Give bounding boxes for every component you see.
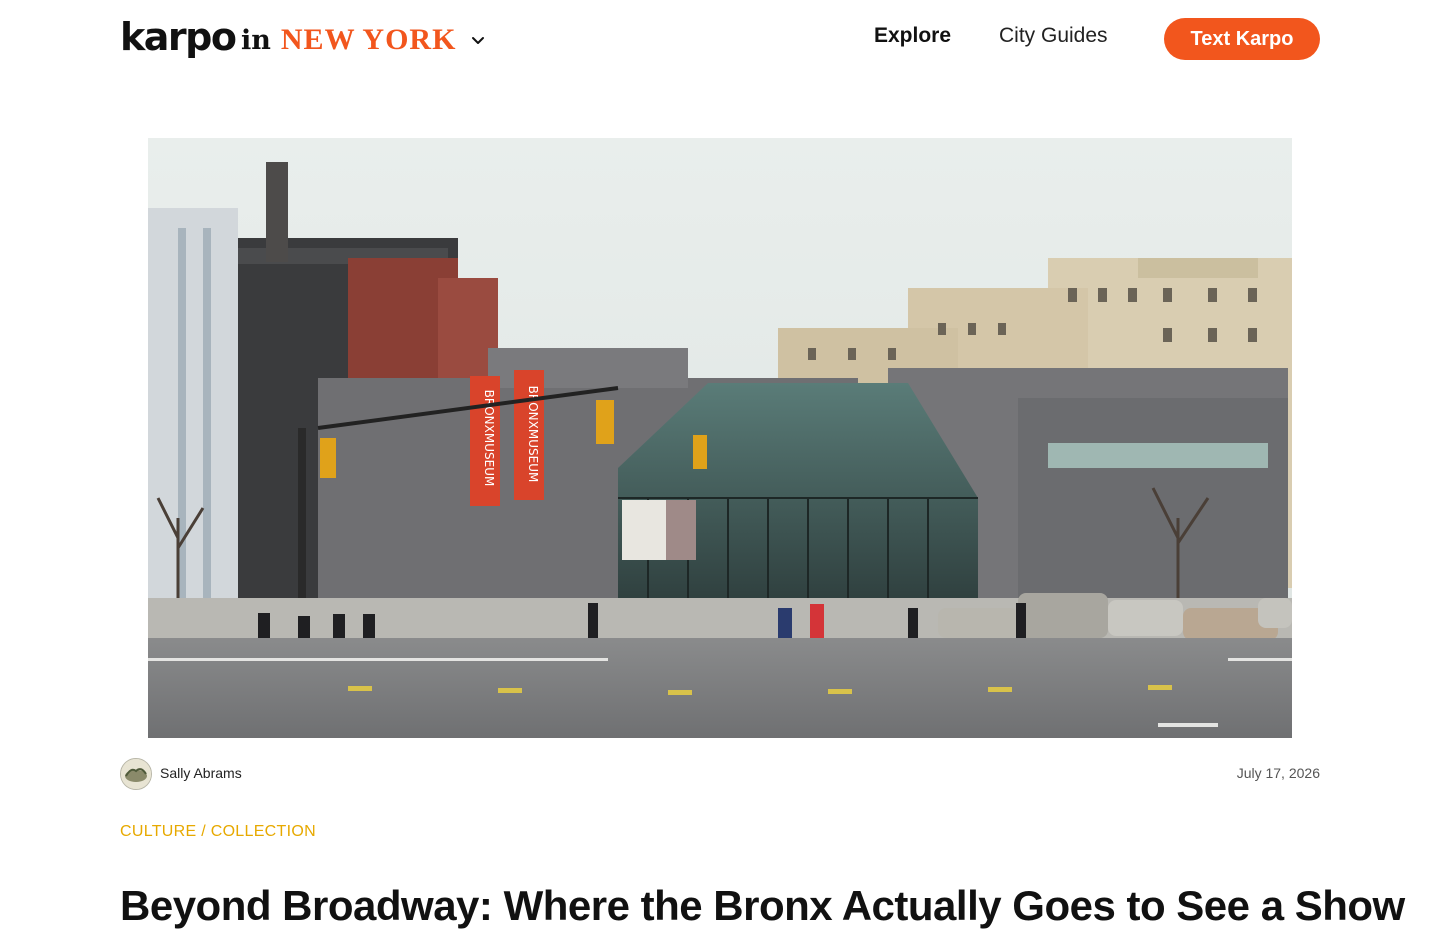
city-name[interactable]: NEW YORK [281, 23, 457, 57]
nav-explore[interactable]: Explore [874, 24, 951, 48]
article-title: Beyond Broadway: Where the Bronx Actuall… [120, 882, 1405, 929]
karpo-logo[interactable]: karpo [120, 14, 237, 60]
city-selector[interactable]: in NEW YORK [241, 20, 486, 60]
site-header: karpo in NEW YORK Explore City Guides Te… [0, 0, 1440, 80]
nav-city-guides[interactable]: City Guides [999, 24, 1108, 48]
category-link[interactable]: CULTURE / COLLECTION [120, 823, 316, 841]
author-avatar[interactable] [120, 758, 152, 790]
hero-image: BRONXMUSEUM BRONXMUSEUM [148, 138, 1292, 738]
publish-date: July 17, 2026 [1236, 765, 1320, 781]
author-name[interactable]: Sally Abrams [160, 765, 242, 781]
city-prefix: in [241, 24, 271, 56]
chevron-down-icon[interactable] [470, 32, 486, 48]
text-karpo-button[interactable]: Text Karpo [1164, 18, 1320, 60]
